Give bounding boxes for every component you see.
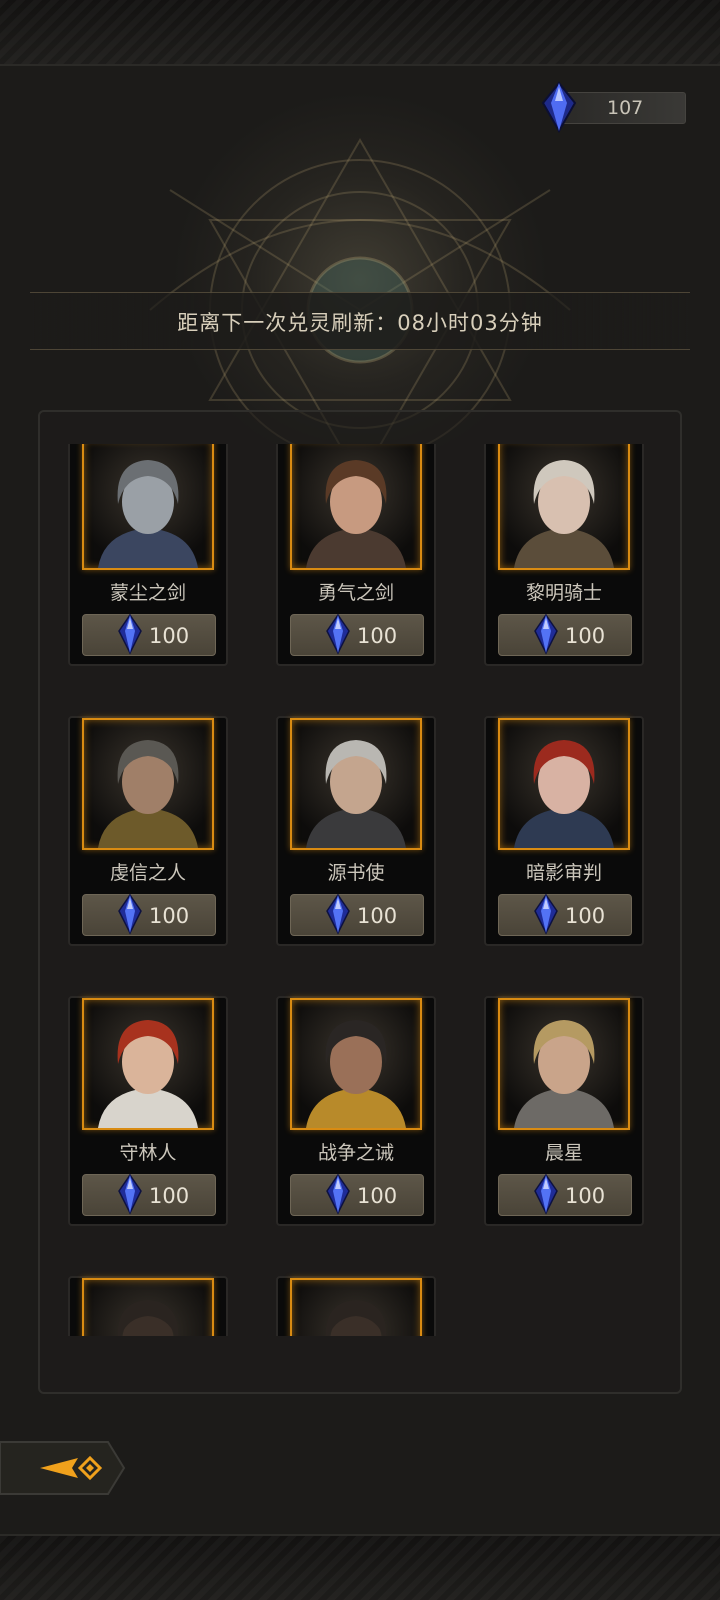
hero-card[interactable]: 守林人 100 xyxy=(68,996,228,1226)
hero-card[interactable]: 黎明骑士 100 xyxy=(484,444,644,666)
hero-name: 战争之诫 xyxy=(317,1142,394,1164)
blue-crystal-icon xyxy=(534,1173,558,1215)
price-amount: 100 xyxy=(149,1184,190,1208)
hero-portrait xyxy=(82,718,214,850)
blue-crystal-icon xyxy=(326,1173,350,1215)
buy-button[interactable]: 100 xyxy=(82,893,216,936)
crystal-currency-counter: 107 xyxy=(541,81,686,133)
hero-portrait xyxy=(498,718,630,850)
price-amount: 100 xyxy=(565,904,606,928)
back-button[interactable] xyxy=(0,1438,128,1498)
crystal-count: 107 xyxy=(607,97,644,119)
hero-name: 勇气之剑 xyxy=(317,582,394,604)
hero-card[interactable] xyxy=(276,1276,436,1336)
price-amount: 100 xyxy=(565,624,606,648)
hero-card[interactable]: 战争之诫 100 xyxy=(276,996,436,1226)
price-amount: 100 xyxy=(357,1184,398,1208)
hero-name: 晨星 xyxy=(544,1142,583,1164)
buy-button[interactable]: 100 xyxy=(498,893,632,936)
buy-button[interactable]: 100 xyxy=(498,1173,632,1216)
bottom-ornament-border xyxy=(0,1534,720,1600)
hero-card[interactable]: 源书使 100 xyxy=(276,716,436,946)
blue-crystal-icon xyxy=(534,893,558,935)
hero-portrait xyxy=(82,998,214,1130)
hero-card[interactable]: 蒙尘之剑 100 xyxy=(68,444,228,666)
hero-card[interactable]: 暗影审判 100 xyxy=(484,716,644,946)
buy-button[interactable]: 100 xyxy=(290,1173,424,1216)
hero-name: 源书使 xyxy=(327,862,385,884)
blue-crystal-icon xyxy=(541,81,577,133)
buy-button[interactable]: 100 xyxy=(290,893,424,936)
hero-portrait xyxy=(82,444,214,570)
hero-portrait xyxy=(82,1278,214,1336)
price-amount: 100 xyxy=(149,624,190,648)
top-ornament-border xyxy=(0,0,720,66)
blue-crystal-icon xyxy=(326,893,350,935)
hero-card[interactable] xyxy=(68,1276,228,1336)
hero-name: 黎明骑士 xyxy=(525,582,602,604)
buy-button[interactable]: 100 xyxy=(82,613,216,656)
hero-card[interactable]: 勇气之剑 100 xyxy=(276,444,436,666)
hero-portrait xyxy=(498,444,630,570)
hero-portrait xyxy=(498,998,630,1130)
hero-name: 守林人 xyxy=(119,1142,177,1164)
hero-portrait xyxy=(290,998,422,1130)
refresh-timer-text: 距离下一次兑灵刷新：08小时03分钟 xyxy=(177,311,543,335)
blue-crystal-icon xyxy=(326,613,350,655)
price-amount: 100 xyxy=(357,624,398,648)
buy-button[interactable]: 100 xyxy=(82,1173,216,1216)
hero-card[interactable]: 晨星 100 xyxy=(484,996,644,1226)
blue-crystal-icon xyxy=(118,893,142,935)
price-amount: 100 xyxy=(357,904,398,928)
price-amount: 100 xyxy=(565,1184,606,1208)
blue-crystal-icon xyxy=(118,613,142,655)
hero-name: 暗影审判 xyxy=(525,862,602,884)
hero-card[interactable]: 虔信之人 100 xyxy=(68,716,228,946)
buy-button[interactable]: 100 xyxy=(290,613,424,656)
hero-portrait xyxy=(290,444,422,570)
hero-name: 虔信之人 xyxy=(109,862,186,884)
price-amount: 100 xyxy=(149,904,190,928)
refresh-timer-banner: 距离下一次兑灵刷新：08小时03分钟 xyxy=(30,292,690,350)
blue-crystal-icon xyxy=(534,613,558,655)
card-grid: 蒙尘之剑 100 勇气之剑 100 黎明骑士 100 虔信之人 100 源书使 100 暗影审判 10… xyxy=(68,444,658,1336)
hero-portrait xyxy=(290,718,422,850)
hero-portrait xyxy=(290,1278,422,1336)
blue-crystal-icon xyxy=(118,1173,142,1215)
buy-button[interactable]: 100 xyxy=(498,613,632,656)
hero-name: 蒙尘之剑 xyxy=(109,582,186,604)
